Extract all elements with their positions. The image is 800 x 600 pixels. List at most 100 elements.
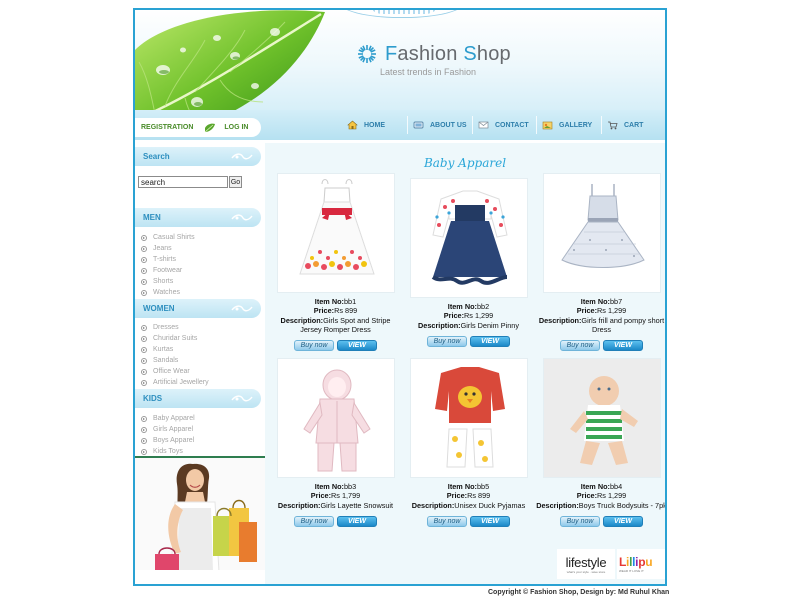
item-no-value: bb4 bbox=[610, 482, 623, 491]
lilliput-logo-letter: L bbox=[619, 555, 627, 569]
search-heading-bar: Search bbox=[135, 147, 261, 166]
nav-cart[interactable]: CART bbox=[601, 110, 643, 140]
category-link[interactable]: Casual Shirts bbox=[141, 232, 195, 243]
auth-box: REGISTRATION LOG IN bbox=[135, 118, 261, 137]
view-button[interactable]: VIEW bbox=[603, 340, 643, 352]
product-image[interactable] bbox=[276, 358, 395, 478]
category-link[interactable]: Churidar Suits bbox=[141, 333, 209, 344]
buy-now-button[interactable]: Buy now bbox=[294, 340, 334, 352]
category-link[interactable]: Dresses bbox=[141, 322, 209, 333]
title-part-2: hop bbox=[476, 42, 511, 65]
category-label: Churidar Suits bbox=[153, 335, 198, 342]
item-no-value: bb7 bbox=[610, 297, 623, 306]
price-label: Price: bbox=[576, 491, 598, 501]
item-no-value: bb5 bbox=[477, 482, 490, 491]
arrow-bullet-icon bbox=[141, 267, 147, 274]
product-buttons: Buy now VIEW bbox=[402, 515, 535, 527]
buy-now-button[interactable]: Buy now bbox=[560, 340, 600, 352]
nav-home-label: HOME bbox=[364, 121, 385, 129]
description-value: Boys Truck Bodysuits - 7pk bbox=[578, 500, 667, 510]
price-value: Rs 899 bbox=[467, 491, 491, 501]
price-value: Rs 1,299 bbox=[597, 306, 627, 316]
price-value: Rs 1,799 bbox=[331, 491, 361, 501]
arrow-bullet-icon bbox=[141, 324, 147, 331]
kids-heading-bar: KIDS bbox=[135, 389, 261, 408]
women-category-list: Dresses Churidar Suits Kurtas Sandals Of… bbox=[141, 322, 209, 388]
swirl-ornament-icon bbox=[231, 305, 253, 312]
nav-home[interactable]: HOME bbox=[347, 110, 385, 140]
arrow-bullet-icon bbox=[141, 245, 147, 252]
login-link[interactable]: LOG IN bbox=[224, 124, 248, 131]
men-heading-bar: MEN bbox=[135, 208, 261, 227]
buy-now-button[interactable]: Buy now bbox=[294, 515, 334, 527]
category-label: Kids Toys bbox=[153, 448, 183, 455]
product-image[interactable] bbox=[409, 178, 528, 298]
go-button[interactable]: Go bbox=[229, 176, 242, 188]
category-label: Office Wear bbox=[153, 368, 190, 375]
price-value: Rs 1,299 bbox=[464, 311, 494, 321]
item-no-label: Item No: bbox=[580, 482, 610, 491]
product-info: Item No:bb7 Price:Rs 1,299 Description:G… bbox=[535, 297, 665, 334]
category-link[interactable]: Kurtas bbox=[141, 344, 209, 355]
registration-link[interactable]: REGISTRATION bbox=[141, 124, 193, 131]
view-button[interactable]: VIEW bbox=[603, 515, 643, 527]
category-link[interactable]: Jeans bbox=[141, 243, 195, 254]
nav-about[interactable]: ABOUT US bbox=[407, 110, 467, 140]
product-card: Item No:bb1 Price:Rs 899 Description:Gir… bbox=[269, 173, 402, 352]
gallery-icon bbox=[542, 121, 553, 130]
arrow-bullet-icon bbox=[141, 437, 147, 444]
price-value: Rs 1,299 bbox=[597, 491, 627, 501]
site-logo[interactable]: Fashion Shop bbox=[357, 41, 511, 67]
women-heading: WOMEN bbox=[143, 304, 175, 313]
category-link[interactable]: Boys Apparel bbox=[141, 435, 195, 446]
product-image[interactable] bbox=[542, 358, 661, 478]
view-button[interactable]: VIEW bbox=[470, 515, 510, 527]
item-no-label: Item No: bbox=[314, 482, 344, 491]
category-link[interactable]: Artificial Jewellery bbox=[141, 377, 209, 388]
category-label: Jeans bbox=[153, 245, 172, 252]
product-card: Item No:bb4 Price:Rs 1,299 Description:B… bbox=[535, 358, 667, 527]
category-label: Shorts bbox=[153, 278, 174, 285]
category-label: Baby Apparel bbox=[153, 415, 195, 422]
lifestyle-brand-logo[interactable]: lifestyle what's your style · save store bbox=[557, 549, 615, 579]
product-image[interactable] bbox=[276, 173, 395, 293]
nav-contact[interactable]: CONTACT bbox=[472, 110, 529, 140]
buy-now-button[interactable]: Buy now bbox=[560, 515, 600, 527]
product-info: Item No:bb2 Price:Rs 1,299 Description:G… bbox=[402, 302, 535, 330]
category-link[interactable]: Sandals bbox=[141, 355, 209, 366]
designer-link[interactable]: Md Ruhul Khan bbox=[618, 589, 669, 596]
category-label: Watches bbox=[153, 289, 180, 296]
search-input[interactable] bbox=[138, 176, 228, 188]
arrow-bullet-icon bbox=[141, 256, 147, 263]
lifestyle-logo-text: lifestyle bbox=[565, 554, 607, 570]
category-link[interactable]: Baby Apparel bbox=[141, 413, 195, 424]
product-image[interactable] bbox=[409, 358, 528, 478]
product-info: Item No:bb3 Price:Rs 1,799 Description:G… bbox=[269, 482, 402, 510]
buy-now-button[interactable]: Buy now bbox=[427, 335, 467, 347]
tagline: Latest trends in Fashion bbox=[380, 67, 477, 77]
nav-gallery[interactable]: GALLERY bbox=[536, 110, 592, 140]
view-button[interactable]: VIEW bbox=[470, 335, 510, 347]
product-card: Item No:bb2 Price:Rs 1,299 Description:G… bbox=[402, 178, 535, 347]
lilliput-brand-logo[interactable]: Lillipu WEAR IT LOVE IT bbox=[617, 549, 665, 579]
category-link[interactable]: Shorts bbox=[141, 276, 195, 287]
category-link[interactable]: Watches bbox=[141, 287, 195, 298]
buy-now-button[interactable]: Buy now bbox=[427, 515, 467, 527]
category-link[interactable]: T-shirts bbox=[141, 254, 195, 265]
product-info: Item No:bb4 Price:Rs 1,299 Description:B… bbox=[535, 482, 667, 510]
men-heading: MEN bbox=[143, 213, 161, 222]
view-button[interactable]: VIEW bbox=[337, 340, 377, 352]
category-link[interactable]: Office Wear bbox=[141, 366, 209, 377]
kids-heading: KIDS bbox=[143, 394, 163, 403]
category-link[interactable]: Footwear bbox=[141, 265, 195, 276]
nav-contact-label: CONTACT bbox=[495, 121, 529, 129]
women-heading-bar: WOMEN bbox=[135, 299, 261, 318]
product-image[interactable] bbox=[542, 173, 661, 293]
product-buttons: Buy now VIEW bbox=[535, 340, 665, 352]
view-button[interactable]: VIEW bbox=[337, 515, 377, 527]
category-link[interactable]: Girls Apparel bbox=[141, 424, 195, 435]
product-buttons: Buy now VIEW bbox=[402, 335, 535, 347]
product-card: Item No:bb3 Price:Rs 1,799 Description:G… bbox=[269, 358, 402, 527]
description-value: Girls Layette Snowsuit bbox=[320, 500, 394, 510]
arrow-bullet-icon bbox=[141, 234, 147, 241]
